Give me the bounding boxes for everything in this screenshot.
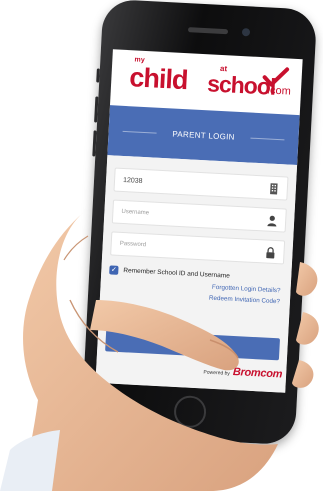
login-button[interactable] (105, 329, 281, 361)
user-icon (267, 215, 277, 227)
username-field[interactable]: Username (111, 199, 287, 233)
phone-screen: my child at school .com PARENT LOGIN 120… (95, 49, 303, 393)
remember-checkbox[interactable]: ✓ (109, 265, 119, 275)
building-icon (270, 183, 278, 195)
username-placeholder[interactable]: Username (121, 209, 149, 216)
remember-label: Remember School ID and Username (123, 267, 230, 280)
volume-down-button (92, 130, 97, 157)
banner-divider-right (250, 137, 285, 141)
mute-switch (96, 68, 100, 83)
logo-child-text: child (128, 62, 189, 96)
page-title: PARENT LOGIN (172, 128, 235, 142)
home-button (173, 394, 207, 429)
powered-by: Powered by Bromcom (203, 364, 283, 381)
lock-icon (266, 247, 275, 259)
school-id-field[interactable]: 12038 (113, 167, 289, 201)
password-field[interactable]: Password (110, 231, 286, 265)
login-form: 12038 Username Password ✓ Remember Schoo… (95, 155, 298, 393)
earpiece-speaker (187, 27, 229, 35)
app-logo: my child at school .com (110, 49, 303, 115)
password-placeholder[interactable]: Password (120, 241, 147, 248)
bromcom-logo: Bromcom (232, 365, 283, 381)
checkmark-icon (262, 67, 290, 87)
phone-device: my child at school .com PARENT LOGIN 120… (80, 0, 318, 446)
powered-by-label: Powered by (203, 369, 231, 377)
banner-divider-left (122, 130, 157, 134)
school-id-value[interactable]: 12038 (123, 176, 143, 184)
front-camera (241, 27, 251, 37)
volume-up-button (94, 96, 99, 123)
